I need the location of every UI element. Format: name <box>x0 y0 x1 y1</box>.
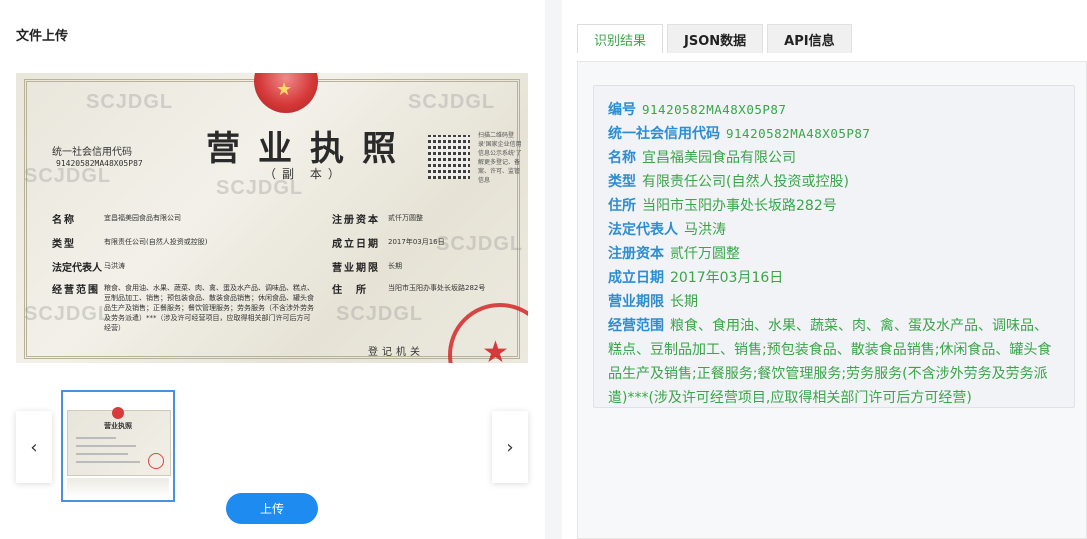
license-term-label: 营业期限 <box>332 263 380 274</box>
watermark: SCJDGL <box>86 91 174 113</box>
license-date-label: 成立日期 <box>332 239 380 250</box>
result-tabs: 识别结果 JSON数据 API信息 <box>577 24 852 53</box>
chevron-left-icon: ‹ <box>30 436 38 458</box>
license-address-label: 住所 <box>332 285 380 296</box>
license-code: 91420582MA48X05P87 <box>56 159 143 168</box>
license-preview-image: SCJDGL SCJDGL SCJDGL SCJDGL SCJDGL SCJDG… <box>16 73 528 363</box>
license-term-value: 长期 <box>388 262 402 270</box>
carousel-next-button[interactable]: › <box>492 411 528 483</box>
tab-json-data[interactable]: JSON数据 <box>667 24 764 53</box>
result-row-credit-code: 统一社会信用代码 91420582MA48X05P87 <box>608 126 871 142</box>
license-scope-value: 粮食、食用油、水果、蔬菜、肉、禽、蛋及水产品、调味品、糕点、豆制品加工、销售；预… <box>104 284 314 332</box>
license-name-value: 宜昌福美园食品有限公司 <box>104 214 181 222</box>
panel-title: 文件上传 <box>16 29 69 44</box>
recognition-result-box: 编号 91420582MA48X05P87 统一社会信用代码 91420582MA4… <box>593 85 1075 408</box>
watermark: SCJDGL <box>24 165 112 187</box>
upload-panel: 文件上传 SCJDGL SCJDGL SCJDGL SCJDGL SCJDGL … <box>0 0 545 539</box>
license-address-value: 当阳市玉阳办事处长坂路282号 <box>388 284 486 292</box>
qr-note: 扫描二维码登录'国家企业信用信息公示系统'了解更多登记、备案、许可、监管信息 <box>478 132 522 184</box>
tab-api-info[interactable]: API信息 <box>767 24 852 53</box>
thumbnail-reflection <box>67 478 169 498</box>
result-row-term: 营业期限 长期 <box>608 294 698 310</box>
license-rep-value: 马洪涛 <box>104 262 125 270</box>
license-type-label: 类型 <box>52 239 76 250</box>
license-date-value: 2017年03月16日 <box>388 238 445 246</box>
license-capital-value: 贰仟万圆整 <box>388 214 423 222</box>
license-capital-label: 注册资本 <box>332 215 380 226</box>
license-code-label: 统一社会信用代码 <box>52 147 132 158</box>
panel-divider <box>545 0 562 539</box>
license-name-label: 名称 <box>52 215 76 226</box>
result-row-address: 住所 当阳市玉阳办事处长坂路282号 <box>608 198 837 214</box>
license-authority: 登记机关 <box>368 347 424 358</box>
chevron-right-icon: › <box>506 436 514 458</box>
license-title: 营业执照 <box>206 129 414 169</box>
result-row-number: 编号 91420582MA48X05P87 <box>608 102 787 118</box>
thumbnail-image: 营业执照 <box>67 407 171 476</box>
license-subtitle: （副 本） <box>264 167 346 181</box>
watermark: SCJDGL <box>436 233 524 255</box>
national-emblem-icon <box>112 407 124 419</box>
watermark: SCJDGL <box>24 303 112 325</box>
tab-recognition-result[interactable]: 识别结果 <box>577 24 664 53</box>
result-row-capital: 注册资本 贰仟万圆整 <box>608 246 740 262</box>
license-type-value: 有限责任公司(自然人投资或控股) <box>104 238 208 246</box>
result-row-legal-rep: 法定代表人 马洪涛 <box>608 222 726 238</box>
carousel-prev-button[interactable]: ‹ <box>16 411 52 483</box>
watermark: SCJDGL <box>336 303 424 325</box>
result-row-scope: 经营范围 粮食、食用油、水果、蔬菜、肉、禽、蛋及水产品、调味品、糕点、豆制品加工、… <box>608 318 1052 406</box>
license-rep-label: 法定代表人 <box>52 263 102 274</box>
tab-content: 编号 91420582MA48X05P87 统一社会信用代码 91420582MA4… <box>577 61 1087 539</box>
result-row-name: 名称 宜昌福美园食品有限公司 <box>608 150 796 166</box>
license-scope-label: 经营范围 <box>52 285 100 296</box>
official-seal-icon <box>148 453 164 469</box>
result-row-founded: 成立日期 2017年03月16日 <box>608 270 784 286</box>
result-panel: 识别结果 JSON数据 API信息 编号 91420582MA48X05P87 统… <box>562 0 1087 539</box>
result-row-type: 类型 有限责任公司(自然人投资或控股) <box>608 174 849 190</box>
thumbnail-title: 营业执照 <box>104 422 132 430</box>
upload-button[interactable]: 上传 <box>226 493 318 524</box>
thumbnail-selected[interactable]: 营业执照 <box>61 390 175 502</box>
watermark: SCJDGL <box>408 91 496 113</box>
qr-code-icon <box>428 135 470 179</box>
